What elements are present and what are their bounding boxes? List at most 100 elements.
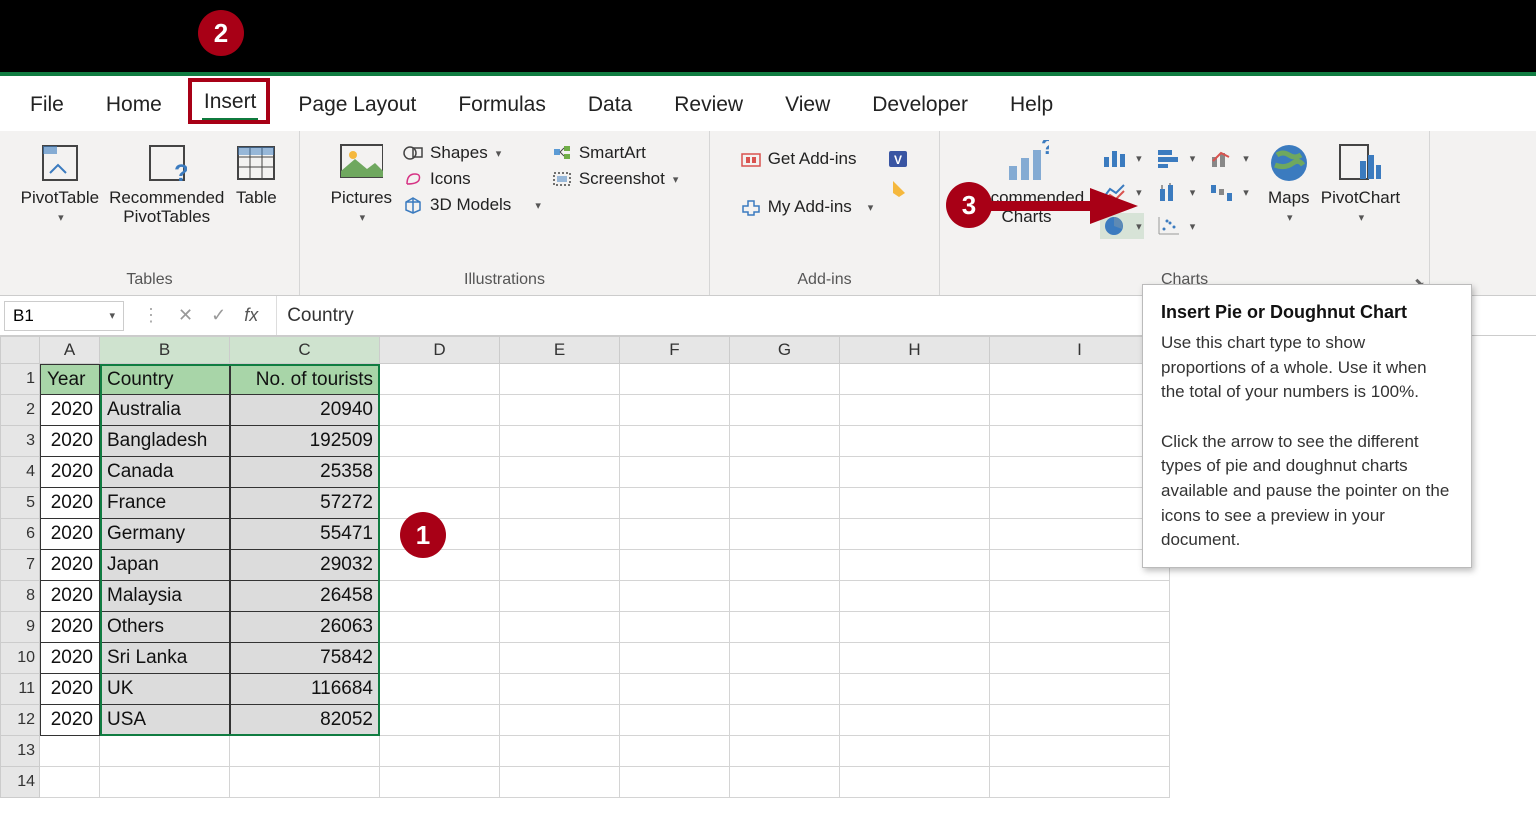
cell-year[interactable]: 2020: [40, 674, 100, 705]
cell[interactable]: [730, 767, 840, 798]
cell-year[interactable]: 2020: [40, 612, 100, 643]
cell[interactable]: [380, 364, 500, 395]
cell[interactable]: [380, 674, 500, 705]
fx-icon[interactable]: fx: [244, 305, 258, 326]
cell-country[interactable]: Sri Lanka: [100, 643, 230, 674]
cell[interactable]: [230, 767, 380, 798]
cell-year[interactable]: 2020: [40, 519, 100, 550]
cell[interactable]: [620, 643, 730, 674]
cell[interactable]: [620, 488, 730, 519]
cell[interactable]: [500, 519, 620, 550]
tab-formulas[interactable]: Formulas: [456, 89, 548, 121]
cell-country[interactable]: Germany: [100, 519, 230, 550]
smartart-button[interactable]: SmartArt: [551, 143, 646, 163]
cell[interactable]: [380, 395, 500, 426]
cell-year[interactable]: 2020: [40, 643, 100, 674]
cell[interactable]: [230, 736, 380, 767]
name-box[interactable]: B1 ▾: [4, 301, 124, 331]
column-header-G[interactable]: G: [730, 336, 840, 364]
cell[interactable]: [500, 736, 620, 767]
cell-country[interactable]: Canada: [100, 457, 230, 488]
cell[interactable]: [990, 767, 1170, 798]
3d-models-button[interactable]: 3D Models▾: [402, 195, 541, 215]
row-header[interactable]: 13: [0, 736, 40, 767]
table-button[interactable]: Table: [234, 141, 278, 208]
cell-country[interactable]: Bangladesh: [100, 426, 230, 457]
row-header[interactable]: 10: [0, 643, 40, 674]
cell-tourists[interactable]: 26458: [230, 581, 380, 612]
cell[interactable]: [620, 519, 730, 550]
cell-tourists[interactable]: 26063: [230, 612, 380, 643]
pivotchart-button[interactable]: PivotChart▾: [1321, 141, 1400, 224]
cell[interactable]: [990, 612, 1170, 643]
cell[interactable]: [840, 643, 990, 674]
tab-view[interactable]: View: [783, 89, 832, 121]
cell-country[interactable]: France: [100, 488, 230, 519]
cell[interactable]: [730, 612, 840, 643]
cell[interactable]: [840, 612, 990, 643]
cell-country[interactable]: Australia: [100, 395, 230, 426]
cell[interactable]: [730, 736, 840, 767]
cell[interactable]: [100, 736, 230, 767]
cell[interactable]: [500, 488, 620, 519]
bing-maps-icon[interactable]: [887, 179, 909, 199]
cell[interactable]: [500, 643, 620, 674]
cell-tourists[interactable]: 29032: [230, 550, 380, 581]
cell[interactable]: [620, 364, 730, 395]
cell-header-country[interactable]: Country: [100, 364, 230, 395]
row-header[interactable]: 12: [0, 705, 40, 736]
cell[interactable]: [840, 705, 990, 736]
cell[interactable]: [380, 767, 500, 798]
scatter-chart-button[interactable]: ▾: [1154, 213, 1198, 239]
cell-tourists[interactable]: 192509: [230, 426, 380, 457]
cell-year[interactable]: 2020: [40, 488, 100, 519]
cell[interactable]: [500, 674, 620, 705]
column-header-E[interactable]: E: [500, 336, 620, 364]
row-header[interactable]: 5: [0, 488, 40, 519]
cell[interactable]: [620, 395, 730, 426]
cell[interactable]: [40, 736, 100, 767]
my-addins-button[interactable]: My Add-ins▾: [740, 197, 874, 217]
row-header[interactable]: 3: [0, 426, 40, 457]
cell[interactable]: [380, 488, 500, 519]
tab-file[interactable]: File: [28, 89, 66, 121]
cell[interactable]: [620, 550, 730, 581]
cell[interactable]: [730, 674, 840, 705]
statistic-chart-button[interactable]: ▾: [1154, 179, 1198, 205]
cell-year[interactable]: 2020: [40, 550, 100, 581]
cell[interactable]: [500, 767, 620, 798]
cell[interactable]: [620, 767, 730, 798]
cell[interactable]: [730, 395, 840, 426]
cell[interactable]: [620, 705, 730, 736]
cancel-icon[interactable]: ✕: [178, 305, 193, 326]
cell[interactable]: [500, 395, 620, 426]
column-header-F[interactable]: F: [620, 336, 730, 364]
cell[interactable]: [840, 457, 990, 488]
cell-tourists[interactable]: 55471: [230, 519, 380, 550]
cell[interactable]: [730, 426, 840, 457]
row-header[interactable]: 9: [0, 612, 40, 643]
row-header[interactable]: 2: [0, 395, 40, 426]
row-header[interactable]: 14: [0, 767, 40, 798]
cell[interactable]: [500, 364, 620, 395]
cell[interactable]: [840, 581, 990, 612]
cell[interactable]: [840, 426, 990, 457]
cell[interactable]: [380, 550, 500, 581]
cell[interactable]: [990, 674, 1170, 705]
cell[interactable]: [500, 457, 620, 488]
pivottable-button[interactable]: PivotTable ▾: [21, 141, 99, 224]
shapes-button[interactable]: Shapes▾: [402, 143, 501, 163]
cell[interactable]: [730, 519, 840, 550]
tab-page-layout[interactable]: Page Layout: [296, 89, 418, 121]
cell-year[interactable]: 2020: [40, 457, 100, 488]
cell[interactable]: [500, 581, 620, 612]
cell[interactable]: [840, 519, 990, 550]
cell[interactable]: [990, 581, 1170, 612]
cell[interactable]: [990, 736, 1170, 767]
select-all-corner[interactable]: [0, 336, 40, 364]
cell-tourists[interactable]: 75842: [230, 643, 380, 674]
tab-data[interactable]: Data: [586, 89, 634, 121]
waterfall-chart-button[interactable]: ▾: [1207, 179, 1251, 205]
column-header-A[interactable]: A: [40, 336, 100, 364]
visio-icon[interactable]: V: [887, 149, 909, 169]
